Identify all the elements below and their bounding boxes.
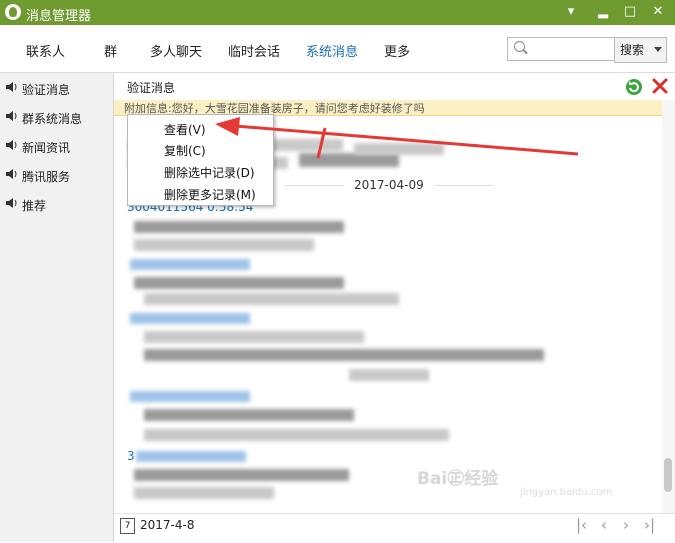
sidebar-item-label: 验证消息	[22, 83, 71, 97]
search-input[interactable]	[507, 37, 615, 61]
menu-item-view[interactable]: 查看(V)	[164, 121, 206, 138]
tab-groups[interactable]: 群	[104, 41, 117, 60]
menu-item-delete-more[interactable]: 删除更多记录(M)	[164, 186, 256, 203]
close-button[interactable]: ✕	[648, 3, 668, 21]
separator-line	[284, 185, 344, 186]
tab-system-messages[interactable]: 系统消息	[306, 41, 358, 60]
blurred-text	[130, 259, 250, 270]
speaker-icon	[6, 140, 17, 150]
sidebar-item-label: 推荐	[22, 199, 47, 213]
window-title: 消息管理器	[26, 9, 92, 24]
speaker-icon	[6, 169, 17, 179]
blurred-text	[144, 429, 449, 441]
search-button[interactable]: 搜索	[614, 37, 667, 63]
blurred-text	[130, 313, 250, 324]
dropdown-icon[interactable]: ▾	[561, 3, 581, 21]
speaker-icon	[6, 198, 17, 208]
blurred-text	[144, 409, 354, 421]
blurred-text	[299, 153, 399, 167]
tab-multichat[interactable]: 多人聊天	[150, 41, 202, 60]
blurred-text	[144, 349, 544, 361]
blurred-text	[136, 451, 246, 462]
footer-bar: 7 2017-4-8 |‹ ‹ › ›|	[114, 513, 675, 543]
maximize-button[interactable]: □	[620, 3, 640, 21]
calendar-icon[interactable]: 7	[120, 518, 135, 534]
blurred-text	[134, 221, 344, 233]
blurred-text	[144, 293, 399, 305]
title-bar: 消息管理器 ▾ ▂ □ ✕	[0, 0, 675, 25]
tab-temp-chat[interactable]: 临时会话	[228, 41, 280, 60]
sidebar-item-label: 新闻资讯	[22, 141, 71, 155]
first-page-icon[interactable]: |‹	[576, 516, 587, 534]
context-menu: 查看(V) 复制(C) 删除选中记录(D) 删除更多记录(M)	[127, 114, 274, 206]
speaker-icon	[6, 82, 17, 92]
sidebar-item-group-system[interactable]: 群系统消息	[0, 104, 113, 130]
blurred-text	[134, 277, 344, 289]
footer-date: 2017-4-8	[140, 518, 195, 532]
prev-page-icon[interactable]: ‹	[601, 516, 607, 534]
message-sender-id: 3	[127, 449, 135, 463]
chevron-down-icon[interactable]	[654, 47, 662, 52]
watermark-brand: Bai㊣经验	[417, 469, 499, 489]
sidebar-item-news[interactable]: 新闻资讯	[0, 133, 113, 159]
blurred-text	[134, 469, 349, 481]
blurred-text	[130, 391, 250, 402]
menu-item-delete-selected[interactable]: 删除选中记录(D)	[164, 164, 255, 181]
scrollbar-thumb[interactable]	[664, 458, 672, 492]
blurred-text	[144, 331, 364, 343]
sidebar-item-label: 腾讯服务	[22, 170, 71, 184]
sidebar-item-tencent-service[interactable]: 腾讯服务	[0, 162, 113, 188]
delete-icon[interactable]	[651, 77, 669, 95]
sidebar-item-verification[interactable]: 验证消息	[0, 75, 113, 101]
tab-more[interactable]: 更多	[384, 41, 410, 60]
sidebar-item-label: 群系统消息	[22, 112, 83, 126]
panel-title: 验证消息	[127, 81, 176, 95]
nav-bar: 联系人 群 多人聊天 临时会话 系统消息 更多 搜索	[0, 25, 675, 73]
blurred-text	[134, 487, 274, 499]
next-page-icon[interactable]: ›	[623, 516, 629, 534]
minimize-button[interactable]: ▂	[593, 3, 613, 21]
refresh-icon[interactable]	[625, 78, 643, 96]
blurred-text	[354, 143, 444, 155]
qq-logo-icon	[5, 4, 21, 20]
sidebar-item-recommend[interactable]: 推荐	[0, 191, 113, 217]
search-button-label: 搜索	[620, 43, 645, 57]
sidebar: 验证消息 群系统消息 新闻资讯 腾讯服务 推荐	[0, 73, 114, 542]
menu-item-copy[interactable]: 复制(C)	[164, 142, 206, 159]
scrollbar[interactable]	[662, 100, 675, 515]
last-page-icon[interactable]: ›|	[644, 516, 655, 534]
tab-contacts[interactable]: 联系人	[26, 41, 65, 60]
blurred-text	[134, 239, 314, 251]
watermark-url: jingyan.baidu.com	[520, 487, 613, 498]
blurred-text	[349, 369, 429, 381]
date-separator-text: 2017-04-09	[354, 178, 424, 192]
speaker-icon	[6, 111, 17, 121]
separator-line	[434, 185, 494, 186]
search-icon	[514, 41, 525, 52]
